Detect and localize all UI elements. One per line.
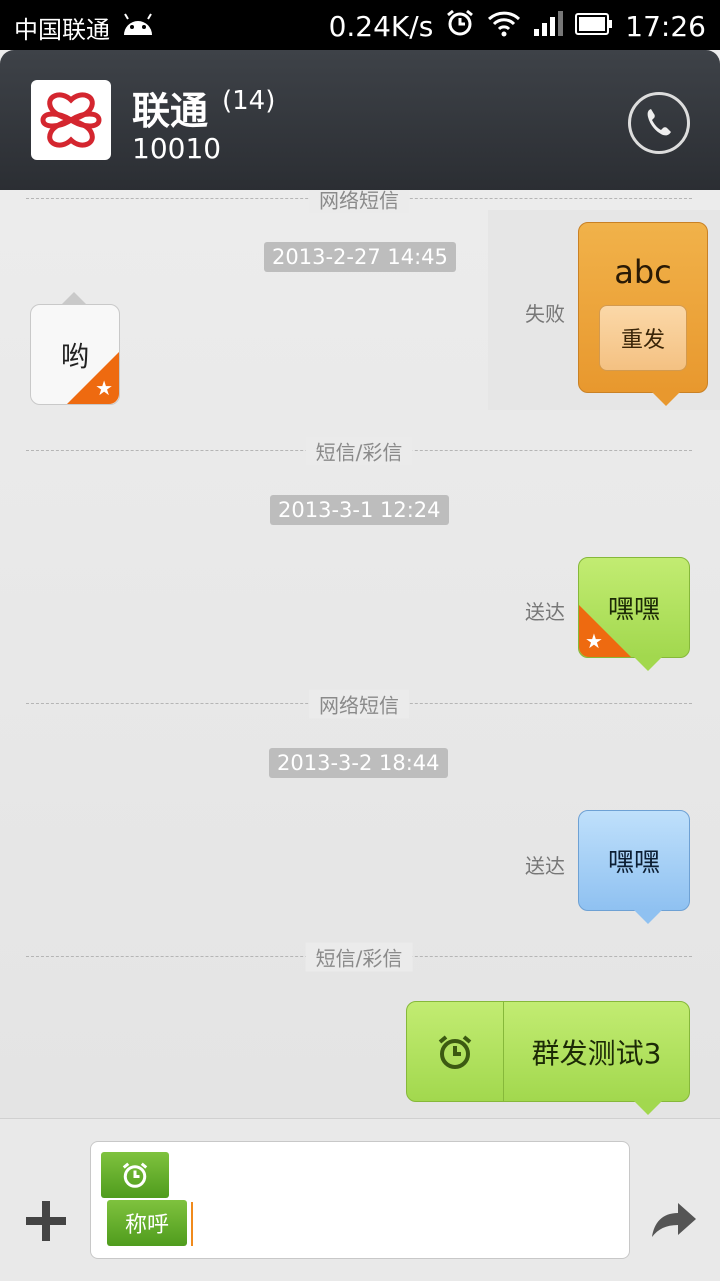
clock: 17:26 xyxy=(625,10,706,43)
send-icon[interactable] xyxy=(650,1201,698,1239)
call-button[interactable] xyxy=(628,92,690,154)
star-icon: ★ xyxy=(95,376,113,400)
star-icon: ★ xyxy=(585,629,603,653)
battery-icon xyxy=(575,10,613,43)
message-text: abc xyxy=(614,253,672,291)
message-count: (14) xyxy=(222,86,276,116)
outgoing-message-bubble[interactable]: abc 重发 xyxy=(578,222,708,393)
alarm-icon xyxy=(445,8,475,45)
schedule-chip[interactable] xyxy=(101,1152,169,1198)
conversation-header: 联通 (14) 10010 xyxy=(0,50,720,190)
bubble-tail xyxy=(634,1101,662,1115)
carrier-name: 中国联通 xyxy=(14,16,110,44)
bubble-tail xyxy=(634,657,662,671)
bubble-tail xyxy=(634,910,662,924)
bubble-tail xyxy=(62,292,86,304)
resend-button[interactable]: 重发 xyxy=(599,305,687,371)
status-bar: 中国联通 0.24K/s 17:26 xyxy=(0,0,720,50)
message-input[interactable]: 称呼 xyxy=(90,1141,630,1259)
message-text: 群发测试3 xyxy=(531,1036,662,1070)
network-speed: 0.24K/s xyxy=(328,10,434,43)
signal-icon xyxy=(533,9,564,44)
timestamp: 2013-2-27 14:45 xyxy=(264,242,456,272)
message-text: 嘿嘿 xyxy=(607,848,660,878)
alarm-chip-icon xyxy=(122,1162,148,1188)
alarm-clock-icon xyxy=(438,1034,472,1069)
plus-icon[interactable] xyxy=(26,1201,66,1241)
incoming-message-bubble[interactable]: 哟 ★ xyxy=(30,304,120,405)
starred-corner: ★ xyxy=(67,352,119,404)
contact-avatar[interactable] xyxy=(31,80,111,160)
compose-bar: 称呼 xyxy=(0,1118,720,1281)
scheduled-indicator xyxy=(407,1002,504,1101)
channel-divider: 短信/彩信 xyxy=(26,942,692,972)
unicom-logo xyxy=(40,92,102,148)
outgoing-message-bubble[interactable]: 嘿嘿 xyxy=(578,810,690,911)
phone-icon xyxy=(647,109,671,136)
android-icon xyxy=(120,12,156,43)
timestamp: 2013-3-2 18:44 xyxy=(269,748,448,778)
message-status: 送达 xyxy=(525,600,565,624)
wifi-icon xyxy=(487,9,521,44)
outgoing-message-bubble[interactable]: 嘿嘿 ★ xyxy=(578,557,690,658)
contact-number: 10010 xyxy=(132,132,222,165)
contact-name: 联通 xyxy=(132,89,209,133)
channel-divider: 网络短信 xyxy=(26,689,692,719)
scheduled-message-bubble[interactable]: 群发测试3 xyxy=(406,1001,690,1102)
channel-divider: 网络短信 xyxy=(26,190,692,214)
text-cursor xyxy=(191,1202,193,1246)
message-thread[interactable]: 网络短信 2013-2-27 14:45 哟 ★ 失败 abc 重发 短信/彩信… xyxy=(0,190,720,1118)
message-status: 送达 xyxy=(525,854,565,878)
channel-divider: 短信/彩信 xyxy=(26,436,692,466)
salutation-chip[interactable]: 称呼 xyxy=(107,1200,187,1246)
timestamp: 2013-3-1 12:24 xyxy=(270,495,449,525)
message-status: 失败 xyxy=(525,302,565,326)
bubble-tail xyxy=(652,392,680,406)
starred-corner: ★ xyxy=(579,605,631,657)
